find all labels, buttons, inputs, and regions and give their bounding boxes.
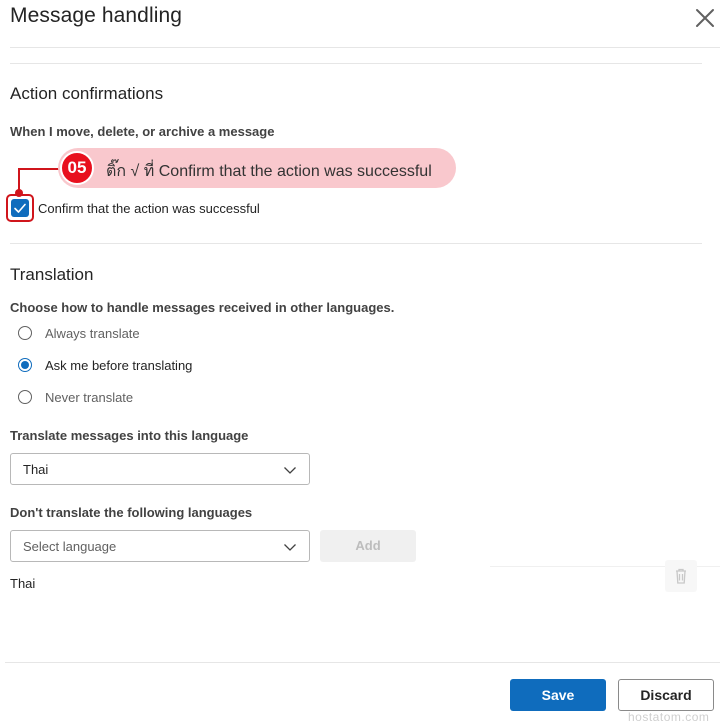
action-confirmations-subheading: When I move, delete, or archive a messag… [10, 124, 275, 139]
radio-label: Never translate [45, 389, 134, 405]
save-button[interactable]: Save [510, 679, 606, 711]
footer-divider [5, 662, 720, 663]
delete-language-button[interactable] [665, 560, 697, 592]
dropdown-placeholder: Select language [23, 539, 117, 554]
checkmark-icon [14, 203, 26, 213]
dropdown-value: Thai [23, 462, 49, 477]
radio-button[interactable] [18, 326, 32, 340]
confirm-action-label[interactable]: Confirm that the action was successful [38, 201, 260, 216]
callout-anchor-dot [15, 189, 23, 197]
select-language-dropdown[interactable]: Select language [10, 530, 310, 562]
add-language-button[interactable]: Add [320, 530, 416, 562]
radio-ask-before-translating[interactable]: Ask me before translating [18, 355, 192, 375]
radio-label: Always translate [45, 325, 140, 341]
dont-translate-label: Don't translate the following languages [10, 505, 253, 520]
close-button[interactable] [692, 5, 718, 31]
radio-never-translate[interactable]: Never translate [18, 387, 133, 407]
callout-leader-horizontal [18, 168, 60, 170]
radio-button[interactable] [18, 390, 32, 404]
close-icon [696, 9, 714, 27]
header-divider [10, 47, 720, 48]
trash-icon [676, 568, 686, 584]
chevron-down-icon [284, 544, 296, 551]
section-divider-middle [10, 243, 702, 244]
translation-question: Choose how to handle messages received i… [10, 300, 395, 315]
translate-into-label: Translate messages into this language [10, 428, 249, 443]
excluded-language-item: Thai [10, 576, 36, 591]
radio-button-selected[interactable] [18, 358, 32, 372]
watermark: hostatom.com [628, 710, 710, 724]
discard-button[interactable]: Discard [618, 679, 714, 711]
step-instruction: ติ๊ก √ ที่ Confirm that the action was s… [106, 163, 432, 180]
section-divider-top [10, 63, 702, 64]
radio-label: Ask me before translating [45, 357, 193, 373]
confirm-action-checkbox[interactable] [11, 199, 29, 217]
chevron-down-icon [284, 467, 296, 474]
step-callout: 05 ติ๊ก √ ที่ Confirm that the action wa… [58, 148, 456, 188]
dialog-title: Message handling [10, 4, 183, 27]
radio-always-translate[interactable]: Always translate [18, 323, 140, 343]
confirm-checkbox-highlight [6, 194, 34, 222]
action-confirmations-heading: Action confirmations [10, 84, 164, 103]
step-badge: 05 [60, 151, 94, 185]
translate-language-dropdown[interactable]: Thai [10, 453, 310, 485]
translation-heading: Translation [10, 265, 94, 284]
